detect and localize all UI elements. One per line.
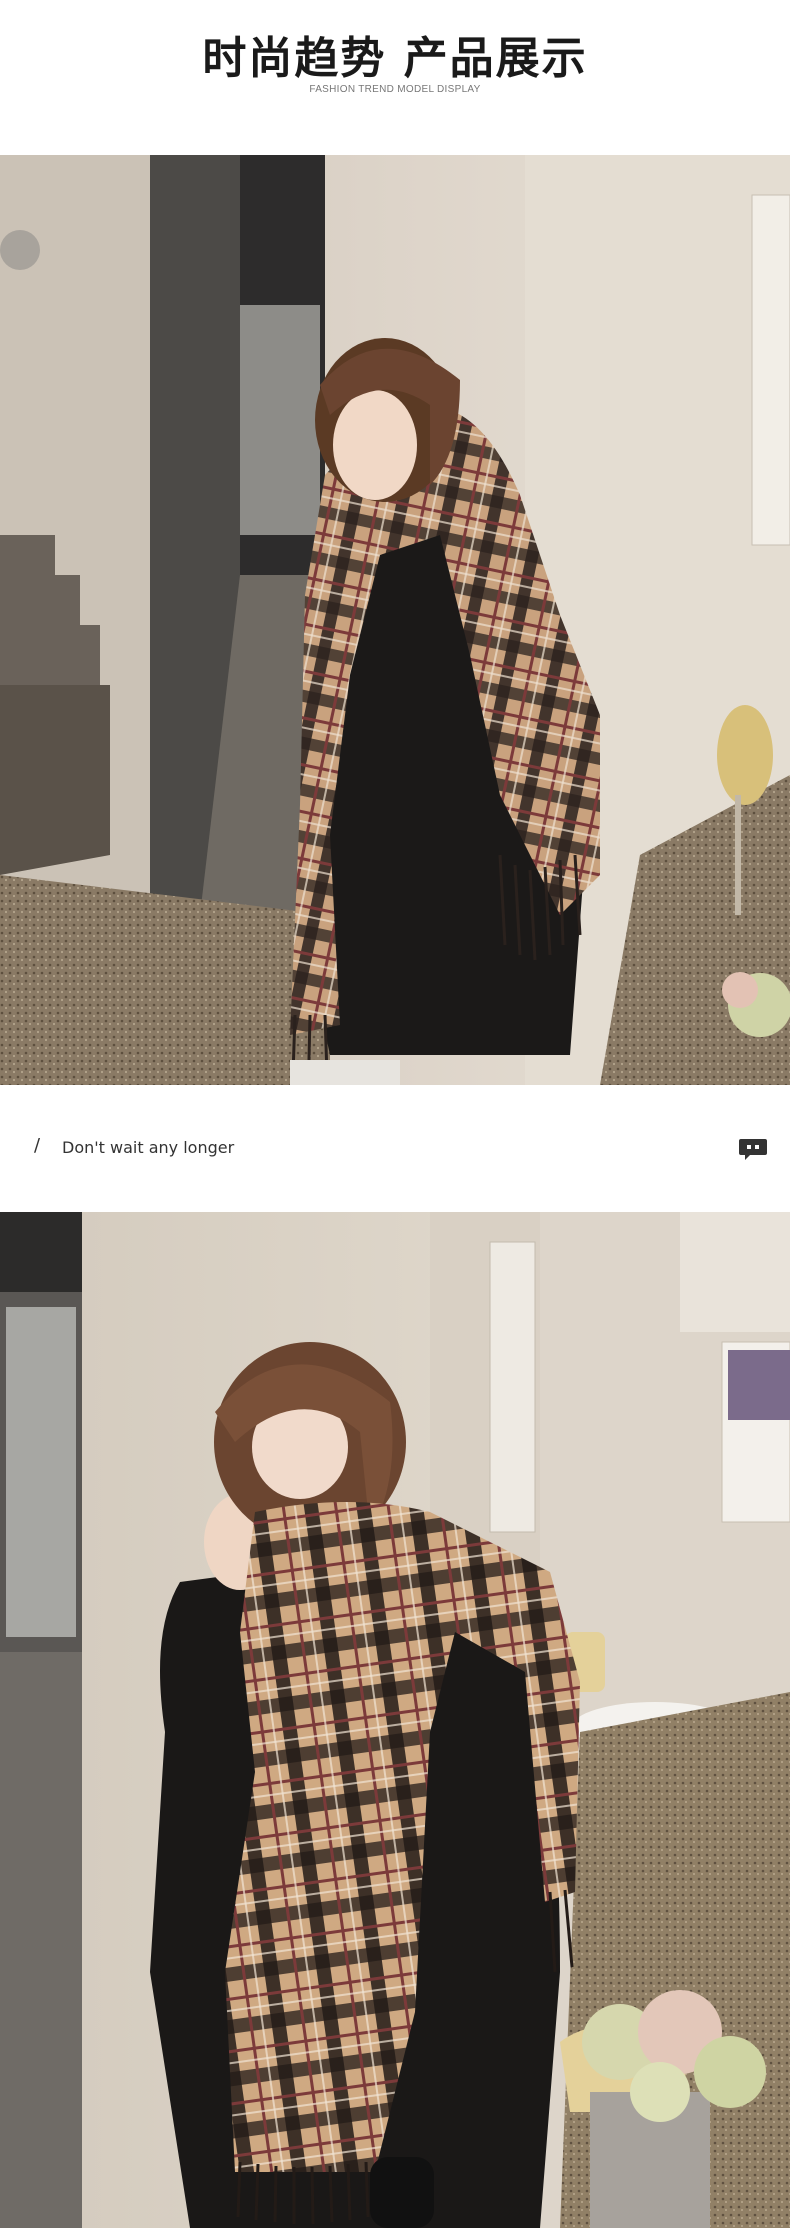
caption-text: Don't wait any longer: [62, 1138, 235, 1157]
page-subtitle: FASHION TREND MODEL DISPLAY: [309, 84, 481, 95]
caption-bar: / Don't wait any longer: [0, 1085, 790, 1212]
model-photo-1: [0, 155, 790, 1085]
caption-slash: /: [34, 1135, 41, 1156]
header: 时尚趋势 产品展示 FASHION TREND MODEL DISPLAY: [0, 0, 790, 155]
model-photo-1-image: [0, 155, 790, 1085]
page-title: 时尚趋势 产品展示: [202, 33, 588, 84]
model-photo-2: [0, 1212, 790, 2228]
chat-bubble-icon: [739, 1139, 767, 1160]
model-photo-2-image: [0, 1212, 790, 2228]
